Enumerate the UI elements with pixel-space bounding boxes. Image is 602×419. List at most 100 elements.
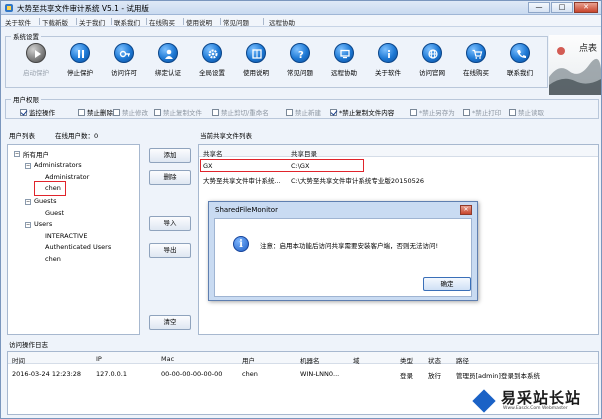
tree-node-interactive[interactable]: INTERACTIVE [45, 232, 87, 240]
remote-icon [334, 43, 354, 63]
access-license-label: 访问许可 [111, 69, 137, 77]
dialog-body: i 注意：启用本功能后访问共享需要安装客户端，否则无法访问! 确定 [214, 218, 472, 297]
remote-assist-button[interactable]: 远程协助 [323, 43, 365, 83]
export-button[interactable]: 导出 [149, 243, 191, 258]
tree-node-guest[interactable]: Guest [45, 209, 64, 217]
tree-node-users[interactable]: Users [34, 220, 52, 228]
menu-buy-online[interactable]: 在线购买 [149, 17, 175, 27]
checkbox[interactable] [212, 109, 219, 116]
menu-separator [183, 18, 184, 25]
tree-node-chen-admin[interactable]: chen [45, 184, 61, 192]
contact-us-label: 联系我们 [507, 69, 533, 77]
menu-manual[interactable]: 使用说明 [186, 17, 212, 27]
access-log-title: 访问操作日志 [9, 341, 48, 349]
dialog-ok-button[interactable]: 确定 [423, 277, 471, 291]
checkbox[interactable] [20, 109, 27, 116]
menu-remote-assist[interactable]: 远程协助 [269, 17, 295, 27]
app-icon [5, 4, 13, 12]
pause-icon [70, 43, 90, 63]
chk-forbid-print[interactable]: *禁止打印 [463, 107, 501, 117]
contact-us-button[interactable]: 联系我们 [499, 43, 541, 83]
user-tree[interactable]: − 所有用户 − Administrators Administrator ch… [7, 144, 140, 335]
dialog-close-button[interactable]: ✕ [460, 205, 472, 215]
buy-online-button[interactable]: 在线购买 [455, 43, 497, 83]
col-ip[interactable]: IP [96, 355, 102, 363]
col-share-dir[interactable]: 共享目录 [291, 148, 317, 158]
close-button[interactable]: ✕ [574, 2, 598, 13]
menu-about-software[interactable]: 关于软件 [5, 17, 31, 27]
tree-node-all-users[interactable]: 所有用户 [23, 149, 49, 159]
chk-label: 监控操作 [29, 109, 55, 117]
checkbox[interactable] [330, 109, 337, 116]
tree-node-authenticated-users[interactable]: Authenticated Users [45, 243, 111, 251]
tree-node-chen-users[interactable]: chen [45, 255, 61, 263]
share-row-dir[interactable]: C:\GX [291, 162, 309, 170]
highlight-box [200, 159, 364, 172]
share-row-name[interactable]: GX [203, 162, 213, 170]
tree-node-administrator[interactable]: Administrator [45, 173, 89, 181]
stop-protect-label: 停止保护 [67, 69, 93, 77]
log-cell-user: chen [242, 370, 258, 378]
menu-faq[interactable]: 常见问题 [223, 17, 249, 27]
minimize-button[interactable]: — [528, 2, 550, 13]
brand-ink-logo: 点表 [549, 35, 601, 95]
checkbox[interactable] [463, 109, 470, 116]
checkbox[interactable] [113, 109, 120, 116]
checkbox[interactable] [78, 109, 85, 116]
chk-forbid-save-as[interactable]: *禁止另存为 [410, 107, 455, 117]
tree-expander[interactable]: − [25, 199, 31, 205]
col-machine[interactable]: 机器名 [300, 355, 320, 365]
checkbox[interactable] [286, 109, 293, 116]
tree-expander[interactable]: − [14, 151, 20, 157]
chk-label: *禁止另存为 [419, 109, 455, 117]
checkbox[interactable] [154, 109, 161, 116]
tree-expander[interactable]: − [25, 222, 31, 228]
col-mac[interactable]: Mac [161, 355, 174, 363]
chk-forbid-copy-file[interactable]: 禁止复制文件 [154, 107, 202, 117]
maximize-button[interactable]: □ [551, 2, 573, 13]
share-row-name[interactable]: 大势至共享文件审计系统... [203, 175, 281, 185]
checkbox[interactable] [410, 109, 417, 116]
start-protect-button[interactable]: 启动保护 [15, 43, 57, 83]
visit-website-button[interactable]: 访问官网 [411, 43, 453, 83]
chk-forbid-cut-rename[interactable]: 禁止剪切/重命名 [212, 107, 269, 117]
chk-monitor-ops[interactable]: 监控操作 [20, 107, 55, 117]
col-path[interactable]: 路径 [456, 355, 469, 365]
chk-forbid-read[interactable]: 禁止读取 [509, 107, 544, 117]
menu-download[interactable]: 下载新版 [42, 17, 68, 27]
col-domain[interactable]: 域 [353, 355, 360, 365]
tree-expander[interactable]: − [25, 163, 31, 169]
usage-guide-button[interactable]: 使用说明 [235, 43, 277, 83]
menu-about-us[interactable]: 关于我们 [79, 17, 105, 27]
about-software-button[interactable]: 关于软件 [367, 43, 409, 83]
col-time[interactable]: 时间 [12, 355, 25, 365]
col-status[interactable]: 状态 [428, 355, 441, 365]
col-share-name[interactable]: 共享名 [203, 148, 223, 158]
chk-forbid-modify[interactable]: 禁止修改 [113, 107, 148, 117]
access-license-button[interactable]: 访问许可 [103, 43, 145, 83]
clear-button[interactable]: 清空 [149, 315, 191, 330]
log-cell-mac: 00-00-00-00-00-00 [161, 370, 223, 378]
delete-button[interactable]: 删除 [149, 170, 191, 185]
faq-button[interactable]: ? 常见问题 [279, 43, 321, 83]
bind-auth-button[interactable]: 绑定认证 [147, 43, 189, 83]
chk-forbid-copy-content[interactable]: *禁止复制文件内容 [330, 107, 394, 117]
menu-separator [146, 18, 147, 25]
watermark-subtext: Www.Easck.Com Webmaster [503, 406, 568, 411]
add-button[interactable]: 添加 [149, 148, 191, 163]
global-settings-button[interactable]: 全局设置 [191, 43, 233, 83]
col-user[interactable]: 用户 [242, 355, 255, 365]
chk-label: 禁止复制文件 [163, 109, 202, 117]
col-type[interactable]: 类型 [400, 355, 413, 365]
share-row-dir[interactable]: C:\大势至共享文件审计系统专业版20150526 [291, 175, 424, 185]
key-icon [114, 43, 134, 63]
tree-node-administrators[interactable]: Administrators [34, 161, 82, 169]
checkbox[interactable] [509, 109, 516, 116]
stop-protect-button[interactable]: 停止保护 [59, 43, 101, 83]
chk-forbid-delete[interactable]: 禁止删除 [78, 107, 113, 117]
tree-node-guests[interactable]: Guests [34, 197, 56, 205]
menu-contact[interactable]: 联系我们 [114, 17, 140, 27]
import-button[interactable]: 导入 [149, 216, 191, 231]
chk-forbid-create[interactable]: 禁止新建 [286, 107, 321, 117]
dialog-message: 注意：启用本功能后访问共享需要安装客户端，否则无法访问! [260, 242, 439, 250]
